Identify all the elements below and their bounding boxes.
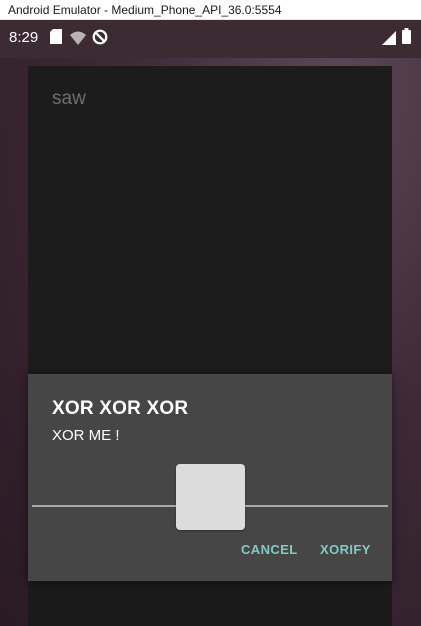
dialog-message: XOR ME !: [52, 427, 120, 444]
slider-thumb[interactable]: [176, 464, 245, 530]
xorify-button[interactable]: XORIFY: [320, 542, 371, 557]
xor-dialog: XOR XOR XOR XOR ME ! CANCEL XORIFY: [28, 374, 392, 581]
phone-screen: 8:29 saw XOR XOR XOR XOR ME ! CANCEL XOR…: [0, 20, 421, 626]
sd-card-icon: [50, 29, 62, 48]
emulator-titlebar: Android Emulator - Medium_Phone_API_36.0…: [0, 0, 421, 20]
app-label: saw: [52, 88, 86, 109]
battery-icon: [402, 28, 411, 48]
bottom-strip: [28, 592, 392, 626]
dialog-title: XOR XOR XOR: [52, 398, 189, 419]
wifi-icon: [70, 30, 86, 49]
do-not-disturb-icon: [92, 29, 108, 49]
status-bar: 8:29: [0, 20, 421, 58]
signal-icon: [382, 30, 396, 49]
cancel-button[interactable]: CANCEL: [241, 542, 298, 557]
status-time: 8:29: [9, 29, 39, 46]
window-title: Android Emulator - Medium_Phone_API_36.0…: [8, 3, 282, 17]
